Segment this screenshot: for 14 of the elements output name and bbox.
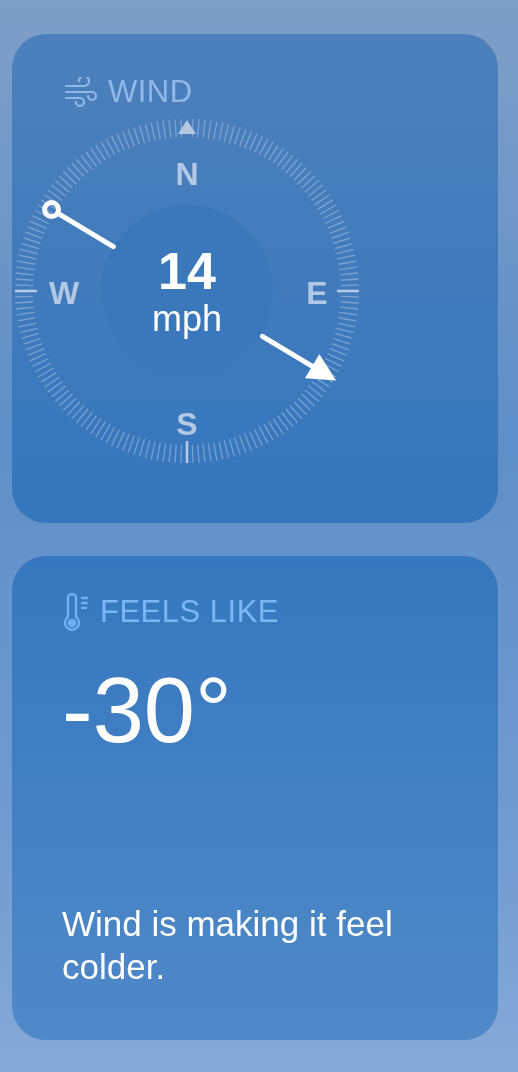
direction-label: W	[48, 275, 80, 311]
wind-title: WIND	[108, 74, 193, 110]
direction-label: S	[176, 406, 198, 442]
thermometer-icon	[62, 592, 90, 632]
feels-like-description: Wind is making it feel colder.	[62, 902, 394, 988]
wind-icon	[64, 77, 98, 107]
direction-label: N	[175, 156, 199, 192]
direction-label: E	[306, 275, 328, 311]
feels-like-title: FEELS LIKE	[100, 594, 280, 630]
wind-unit: mph	[152, 301, 222, 337]
feels-like-temperature: -30°	[62, 658, 233, 763]
wind-arrow-icon	[259, 333, 337, 381]
north-marker-icon	[178, 120, 196, 134]
wind-speed: 14	[158, 245, 216, 297]
